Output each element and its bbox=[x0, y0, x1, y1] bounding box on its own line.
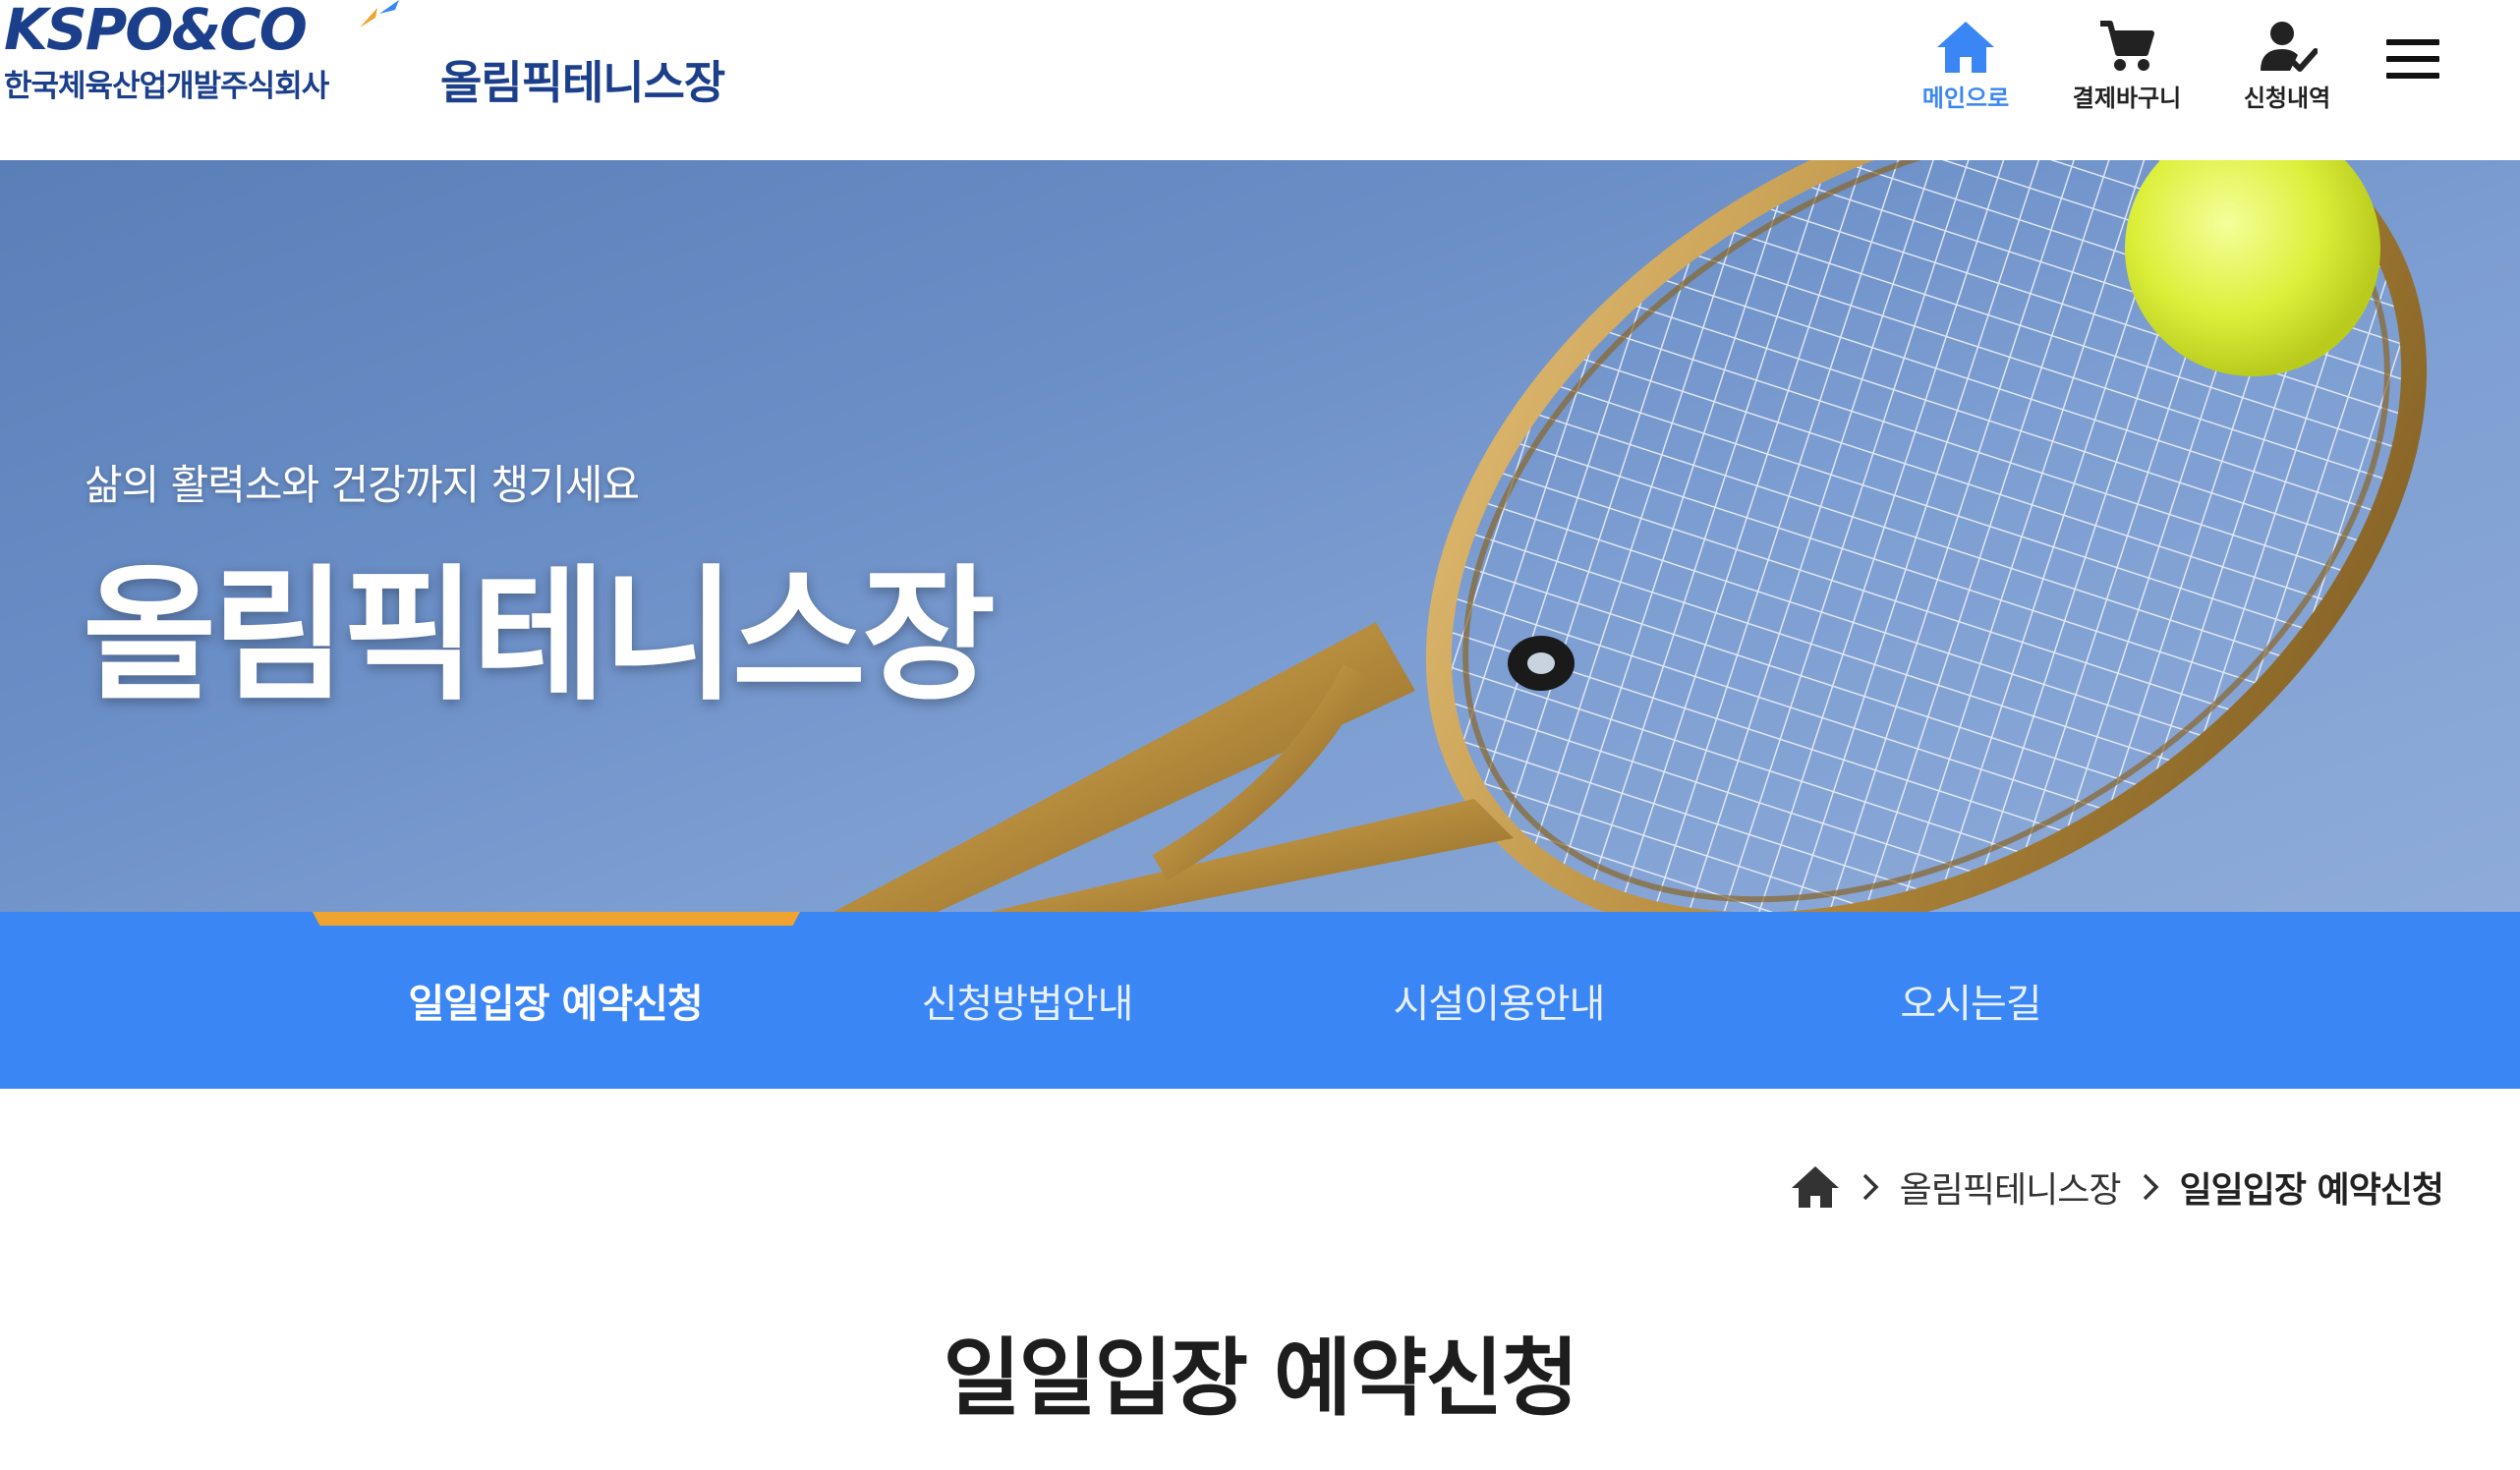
hamburger-menu-button[interactable] bbox=[2386, 39, 2441, 83]
chevron-right-icon bbox=[1841, 1167, 1900, 1207]
hero-banner: 삶의 활력소와 건강까지 챙기세요 올림픽테니스장 bbox=[0, 160, 2520, 912]
home-icon bbox=[1937, 22, 1994, 73]
chevron-right-icon bbox=[2121, 1167, 2180, 1207]
page-title: 일일입장 예약신청 bbox=[943, 1329, 1579, 1428]
hero-subtitle: 삶의 활력소와 건강까지 챙기세요 bbox=[85, 461, 640, 509]
history-label: 신청내역 bbox=[2243, 85, 2331, 112]
breadcrumb-item-facility[interactable]: 올림픽테니스장 bbox=[1900, 1161, 2122, 1213]
logo-subtitle: 한국체육산업개발주식회사 bbox=[4, 69, 329, 104]
hamburger-icon bbox=[2386, 39, 2439, 45]
logo-swoosh-icon bbox=[360, 0, 399, 28]
kspo-logo[interactable]: KSPO&CO 한국체육산업개발주식회사 bbox=[0, 0, 413, 108]
site-title[interactable]: 올림픽테니스장 bbox=[440, 47, 725, 112]
tab-directions[interactable]: 오시는길 bbox=[1735, 912, 2206, 1089]
breadcrumb-home-icon[interactable] bbox=[1790, 1162, 1841, 1212]
logo-wordmark: KSPO&CO bbox=[4, 0, 308, 63]
cart-icon bbox=[2100, 21, 2154, 71]
tab-daily-reservation[interactable]: 일일입장 예약신청 bbox=[319, 912, 791, 1089]
user-check-icon bbox=[2261, 22, 2318, 72]
hero-title: 올림픽테니스장 bbox=[83, 551, 996, 720]
tab-facility-guide[interactable]: 시설이용안내 bbox=[1263, 912, 1735, 1089]
sub-navigation-tabs: 일일입장 예약신청 신청방법안내 시설이용안내 오시는길 bbox=[0, 912, 2520, 1089]
tab-application-guide[interactable]: 신청방법안내 bbox=[791, 912, 1263, 1089]
cart-button[interactable]: 결제바구니 bbox=[2068, 20, 2186, 118]
breadcrumb-item-current: 일일입장 예약신청 bbox=[2179, 1170, 2444, 1211]
history-button[interactable]: 신청내역 bbox=[2228, 20, 2346, 118]
site-header: KSPO&CO 한국체육산업개발주식회사 올림픽테니스장 메인으로 결제바구니 … bbox=[0, 0, 2520, 160]
main-page-button[interactable]: 메인으로 bbox=[1907, 20, 2025, 118]
main-page-label: 메인으로 bbox=[1921, 85, 2010, 112]
breadcrumb: 올림픽테니스장 일일입장 예약신청 bbox=[1790, 1159, 2444, 1215]
cart-label: 결제바구니 bbox=[2072, 85, 2182, 112]
